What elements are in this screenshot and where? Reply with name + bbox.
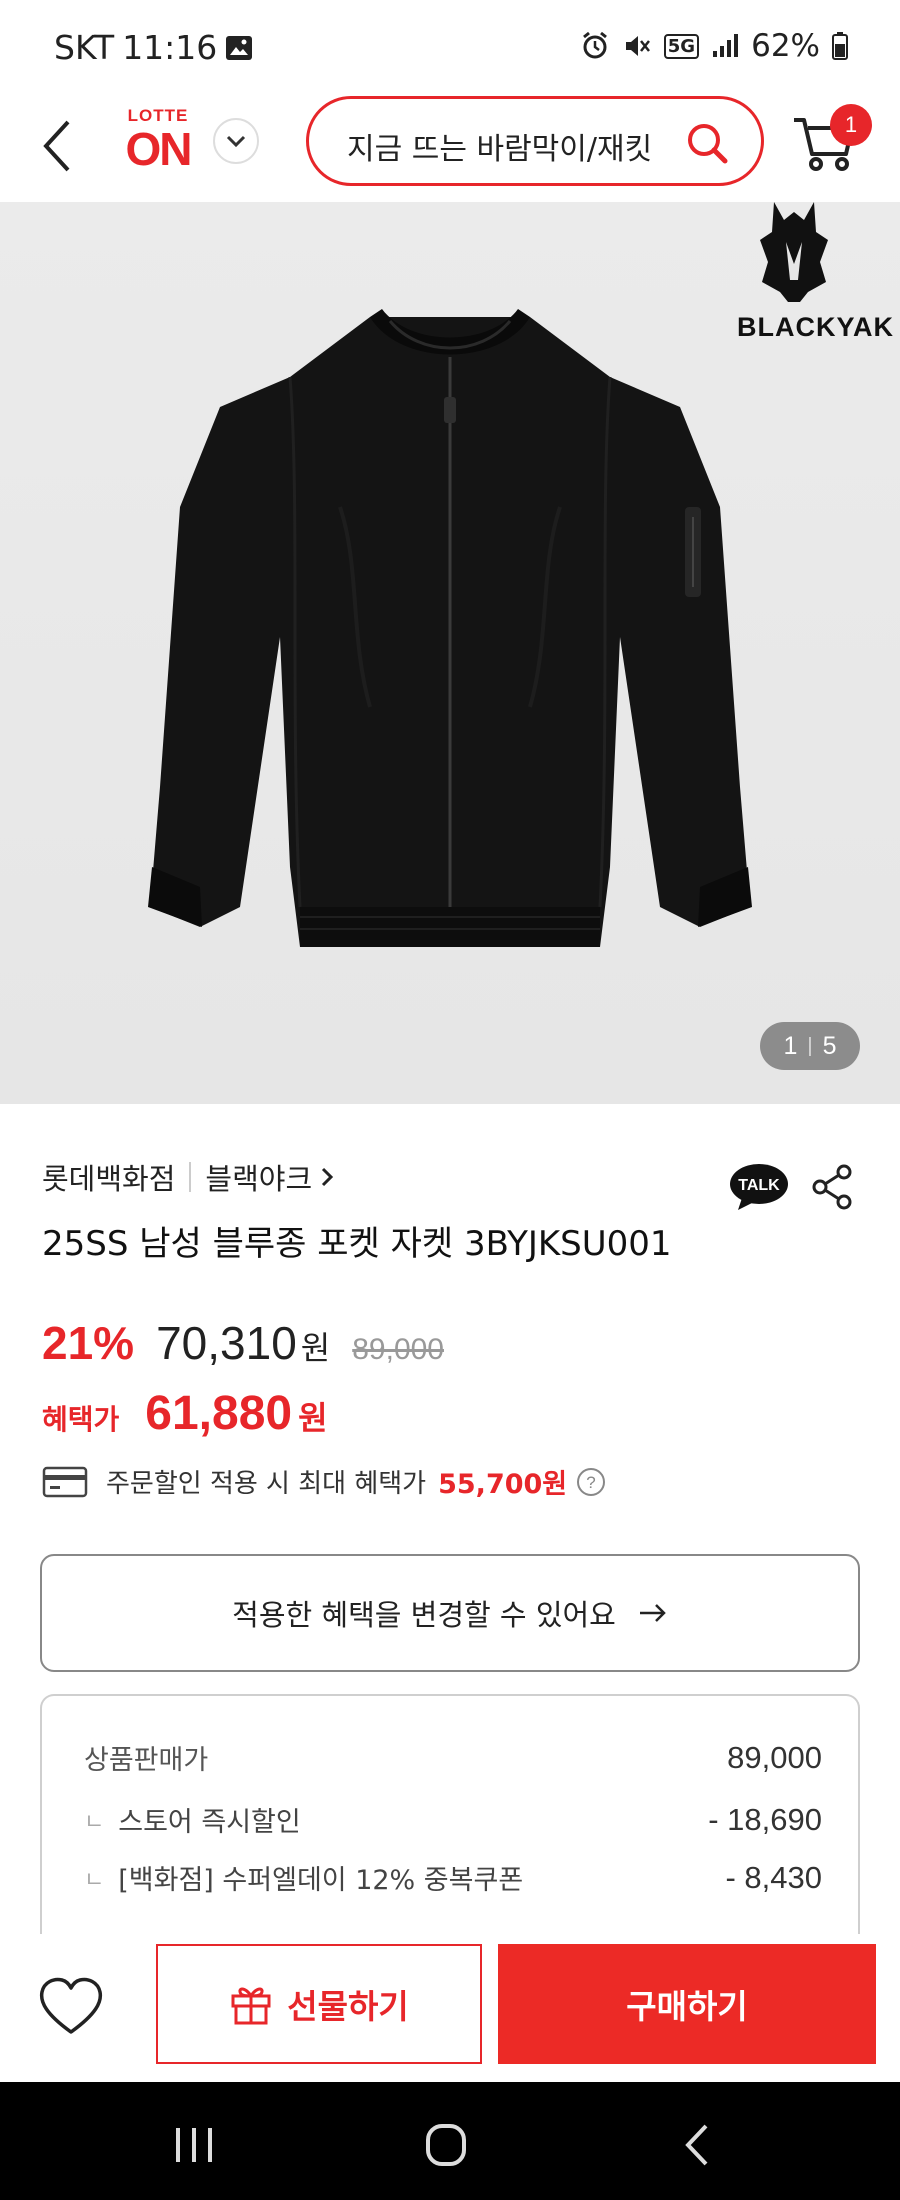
- pager-current: 1: [783, 1031, 798, 1060]
- breakdown-label: 상품판매가: [84, 1745, 209, 1776]
- elbow-icon: ㄴ: [84, 1809, 105, 1835]
- benefit-price: 61,880: [145, 1387, 293, 1440]
- change-benefit-button[interactable]: 적용한 혜택을 변경할 수 있어요: [40, 1554, 860, 1672]
- status-bar: SKT 11:16 5G 62%: [0, 0, 900, 92]
- svg-text:?: ?: [586, 1473, 595, 1492]
- talk-chat-icon[interactable]: TALK: [728, 1162, 790, 1212]
- max-benefit-text: 주문할인 적용 시 최대 혜택가: [106, 1469, 427, 1499]
- breakdown-value: 89,000: [727, 1739, 822, 1775]
- benefit-price-row: 혜택가 61,880 원: [42, 1386, 328, 1441]
- brand-name: 블랙야크: [205, 1162, 313, 1196]
- mute-icon: [625, 36, 650, 56]
- credit-card-icon: [42, 1466, 88, 1497]
- breakdown-row: ㄴ 스토어 즉시할인 - 18,690: [84, 1800, 822, 1839]
- breakdown-row: 상품판매가 89,000: [84, 1738, 822, 1777]
- original-price: 89,000: [352, 1333, 444, 1366]
- breakdown-sub-label-wrap: ㄴ 스토어 즉시할인: [84, 1800, 301, 1839]
- bottom-action-bar: 선물하기 구매하기: [0, 1936, 900, 2082]
- wishlist-button[interactable]: [36, 1972, 114, 2050]
- battery-percent: 62%: [751, 28, 820, 64]
- blackyak-logo-text: BLACKYAK: [736, 312, 894, 342]
- lotte-on-logo[interactable]: LOTTE ON: [118, 106, 198, 186]
- system-back-icon[interactable]: [668, 2120, 728, 2170]
- breakdown-value: - 18,690: [708, 1801, 822, 1837]
- breakdown-label: 스토어 즉시할인: [118, 1807, 301, 1838]
- share-icon[interactable]: [808, 1162, 858, 1212]
- alarm-icon: [582, 31, 607, 59]
- benefit-label: 혜택가: [42, 1403, 120, 1436]
- carrier-label: SKT: [54, 28, 115, 67]
- image-pager: 1 | 5: [760, 1022, 860, 1070]
- pager-total: 5: [822, 1031, 837, 1060]
- home-icon[interactable]: [416, 2120, 476, 2170]
- chevron-down-icon: [226, 135, 246, 148]
- product-photo: [148, 309, 752, 947]
- seller-row: 롯데백화점 블랙야크: [42, 1156, 334, 1198]
- gift-label: 선물하기: [287, 1987, 409, 2026]
- product-title: 25SS 남성 블루종 포켓 자켓 3BYJKSU001: [42, 1224, 672, 1264]
- price-breakdown: 상품판매가 89,000 ㄴ 스토어 즉시할인 - 18,690 ㄴ [백화점]…: [40, 1694, 860, 1934]
- signal-icon: [713, 34, 739, 57]
- max-benefit-row: 주문할인 적용 시 최대 혜택가 55,700원 ?: [42, 1462, 607, 1501]
- elbow-icon: ㄴ: [84, 1867, 105, 1893]
- help-icon[interactable]: ?: [575, 1466, 607, 1498]
- service-menu-button[interactable]: [213, 118, 259, 164]
- breakdown-sub-label-wrap: ㄴ [백화점] 수퍼엘데이 12% 중복쿠폰: [84, 1858, 523, 1897]
- sale-price-unit: 원: [300, 1329, 331, 1367]
- change-benefit-label: 적용한 혜택을 변경할 수 있어요: [232, 1598, 616, 1632]
- search-icon[interactable]: [685, 121, 729, 165]
- chevron-left-icon: [43, 120, 70, 172]
- seller-name[interactable]: 롯데백화점: [42, 1156, 175, 1198]
- gift-button[interactable]: 선물하기: [156, 1944, 482, 2064]
- cart-count-badge: 1: [830, 104, 872, 146]
- buy-label: 구매하기: [626, 1988, 748, 2025]
- pager-separator: |: [807, 1034, 813, 1057]
- max-benefit-price: 55,700원: [438, 1469, 568, 1500]
- recent-apps-icon[interactable]: [164, 2120, 224, 2170]
- seller-divider: [189, 1162, 192, 1192]
- clock: 11:16: [122, 28, 218, 67]
- gift-icon: [231, 1987, 271, 2025]
- logo-main-text: ON: [125, 123, 193, 175]
- status-right: 5G 62%: [580, 28, 848, 64]
- brand-link[interactable]: 블랙야크: [205, 1156, 334, 1198]
- benefit-price-unit: 원: [298, 1399, 328, 1437]
- chevron-right-icon: [322, 1167, 334, 1187]
- search-keyword: 지금 뜨는 바람막이/재킷: [347, 132, 653, 167]
- gallery-notification-icon: [226, 35, 253, 60]
- top-header: LOTTE ON 지금 뜨는 바람막이/재킷 1: [0, 92, 900, 202]
- search-input[interactable]: 지금 뜨는 바람막이/재킷: [306, 96, 764, 186]
- product-image-carousel[interactable]: BLACKYAK 1 | 5: [0, 202, 900, 1104]
- arrow-right-icon: [639, 1604, 666, 1622]
- talk-label: TALK: [738, 1177, 780, 1194]
- breakdown-label: [백화점] 수퍼엘데이 12% 중복쿠폰: [118, 1865, 524, 1896]
- buy-button[interactable]: 구매하기: [498, 1944, 876, 2064]
- battery-icon: [832, 32, 848, 60]
- status-left: SKT 11:16: [54, 28, 253, 67]
- breakdown-row: ㄴ [백화점] 수퍼엘데이 12% 중복쿠폰 - 8,430: [84, 1858, 822, 1897]
- network-label: 5G: [663, 33, 700, 59]
- system-nav-bar: [0, 2082, 900, 2200]
- discount-rate: 21%: [42, 1317, 135, 1369]
- heart-icon: [39, 1977, 103, 2034]
- back-button[interactable]: [34, 110, 84, 180]
- price-row: 21% 70,310 원 89,000: [42, 1316, 444, 1370]
- breakdown-value: - 8,430: [725, 1859, 822, 1895]
- sale-price: 70,310: [156, 1317, 297, 1369]
